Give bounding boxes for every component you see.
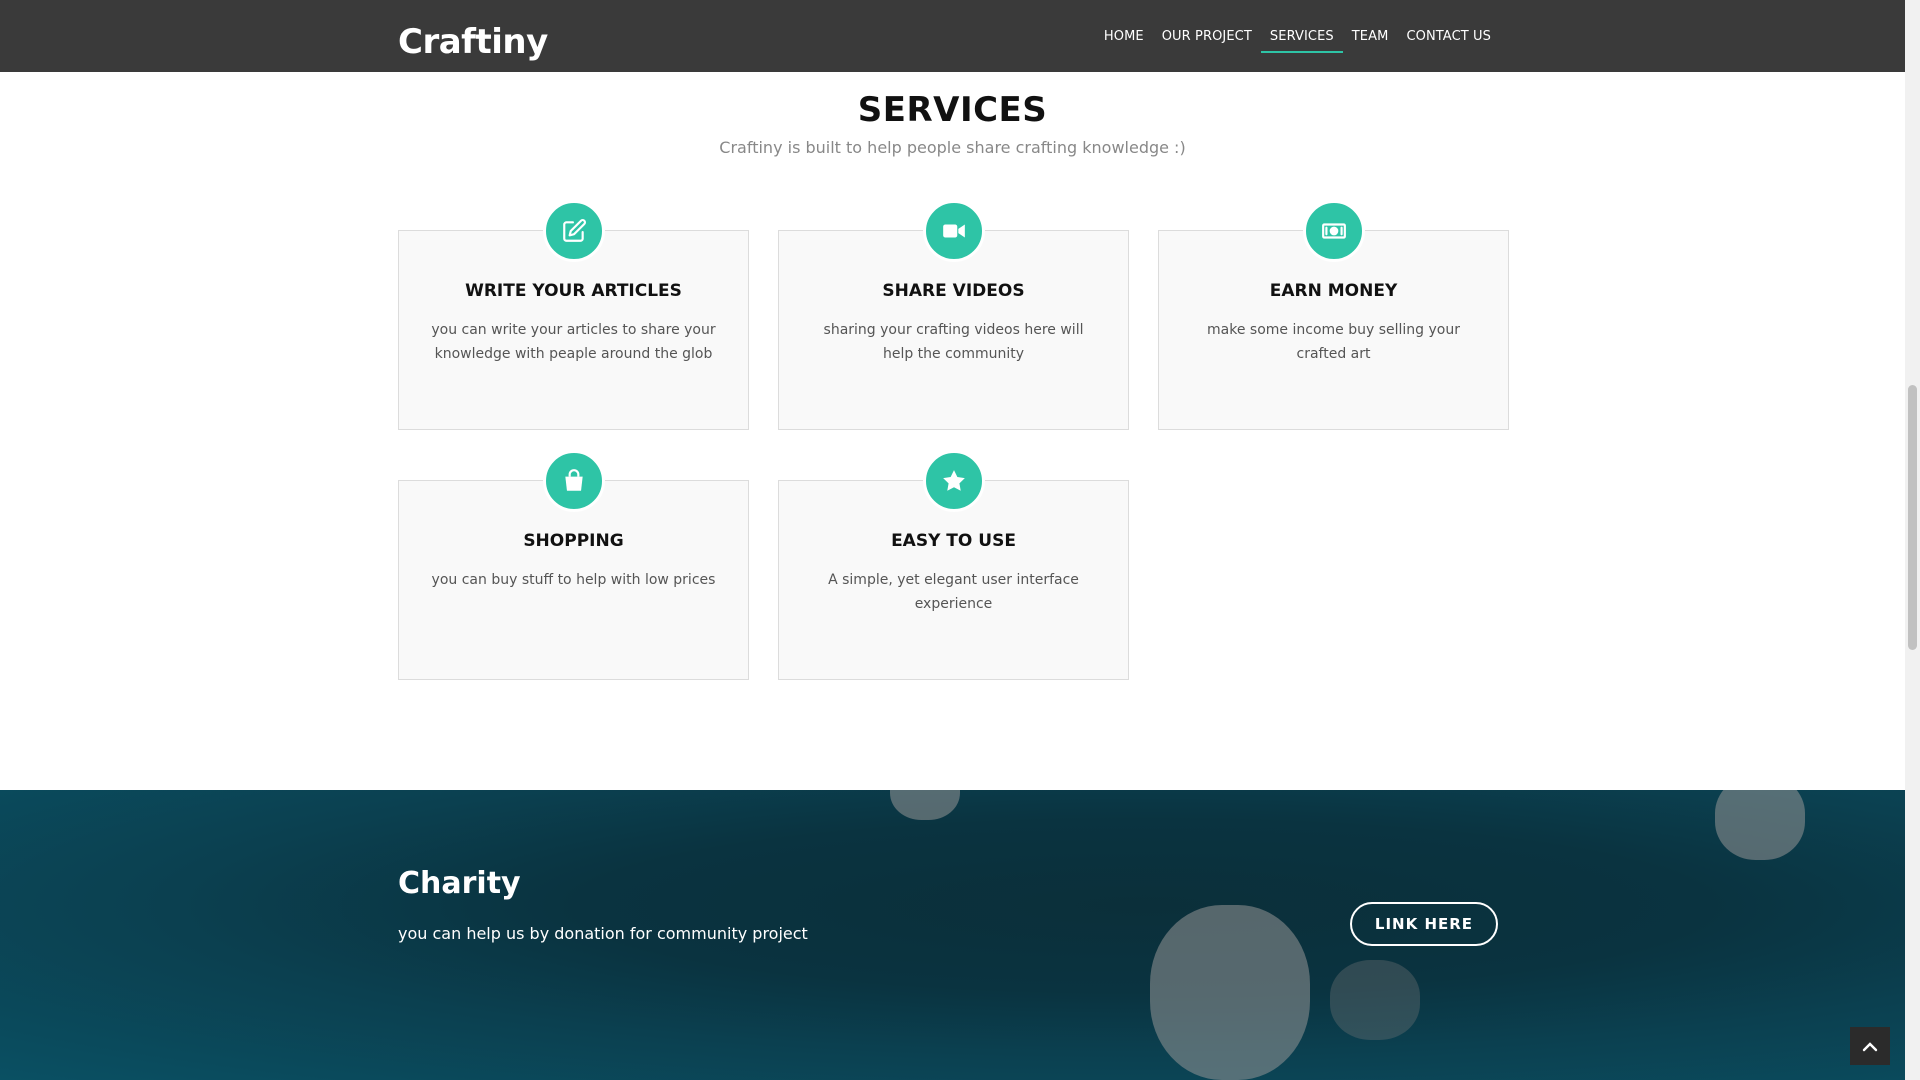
charity-text: you can help us by donation for communit… bbox=[398, 924, 808, 943]
service-text: you can write your articles to share you… bbox=[431, 322, 716, 362]
link-here-button[interactable]: LINK HERE bbox=[1350, 902, 1498, 946]
star-icon bbox=[922, 450, 985, 512]
service-card-articles: WRITE YOUR ARTICLES you can write your a… bbox=[398, 200, 749, 430]
service-title: WRITE YOUR ARTICLES bbox=[465, 281, 682, 301]
nav-team[interactable]: TEAM bbox=[1343, 0, 1398, 72]
money-icon bbox=[1302, 200, 1365, 262]
services-subtitle: Craftiny is built to help people share c… bbox=[719, 138, 1186, 157]
service-title: SHARE VIDEOS bbox=[882, 281, 1025, 301]
brand-logo[interactable]: Craftiny bbox=[398, 22, 548, 62]
shopping-bag-icon bbox=[542, 450, 605, 512]
service-text: A simple, yet elegant user interface exp… bbox=[828, 572, 1079, 612]
service-text: sharing your crafting videos here will h… bbox=[823, 322, 1084, 362]
chevron-up-icon bbox=[1862, 1042, 1878, 1052]
service-text: make some income buy selling your crafte… bbox=[1207, 322, 1460, 362]
service-card-easy: EASY TO USE A simple, yet elegant user i… bbox=[778, 450, 1129, 680]
bokeh-decoration bbox=[1330, 960, 1420, 1040]
charity-title: Charity bbox=[398, 866, 521, 901]
bokeh-decoration bbox=[1715, 790, 1805, 860]
main-nav: HOME OUR PROJECT SERVICES TEAM CONTACT U… bbox=[1095, 0, 1500, 72]
service-title: SHOPPING bbox=[523, 531, 624, 551]
service-card-videos: SHARE VIDEOS sharing your crafting video… bbox=[778, 200, 1129, 430]
nav-contact-us[interactable]: CONTACT US bbox=[1397, 0, 1500, 72]
scrollbar-thumb[interactable] bbox=[1908, 385, 1917, 650]
service-title: EASY TO USE bbox=[891, 531, 1016, 551]
nav-home[interactable]: HOME bbox=[1095, 0, 1153, 72]
navbar: Craftiny HOME OUR PROJECT SERVICES TEAM … bbox=[0, 0, 1905, 72]
nav-our-project[interactable]: OUR PROJECT bbox=[1153, 0, 1261, 72]
service-card-shopping: SHOPPING you can buy stuff to help with … bbox=[398, 450, 749, 680]
service-card-money: EARN MONEY make some income buy selling … bbox=[1158, 200, 1509, 430]
services-title: SERVICES bbox=[857, 90, 1048, 130]
service-text: you can buy stuff to help with low price… bbox=[431, 572, 716, 588]
charity-section: Charity you can help us by donation for … bbox=[0, 790, 1905, 1080]
back-to-top-button[interactable] bbox=[1850, 1027, 1890, 1065]
vertical-scrollbar[interactable] bbox=[1905, 0, 1920, 1080]
bokeh-decoration bbox=[1150, 905, 1310, 1080]
edit-icon bbox=[542, 200, 605, 262]
nav-services[interactable]: SERVICES bbox=[1260, 0, 1343, 72]
video-camera-icon bbox=[922, 200, 985, 262]
bokeh-decoration bbox=[890, 790, 960, 820]
service-title: EARN MONEY bbox=[1269, 281, 1398, 301]
